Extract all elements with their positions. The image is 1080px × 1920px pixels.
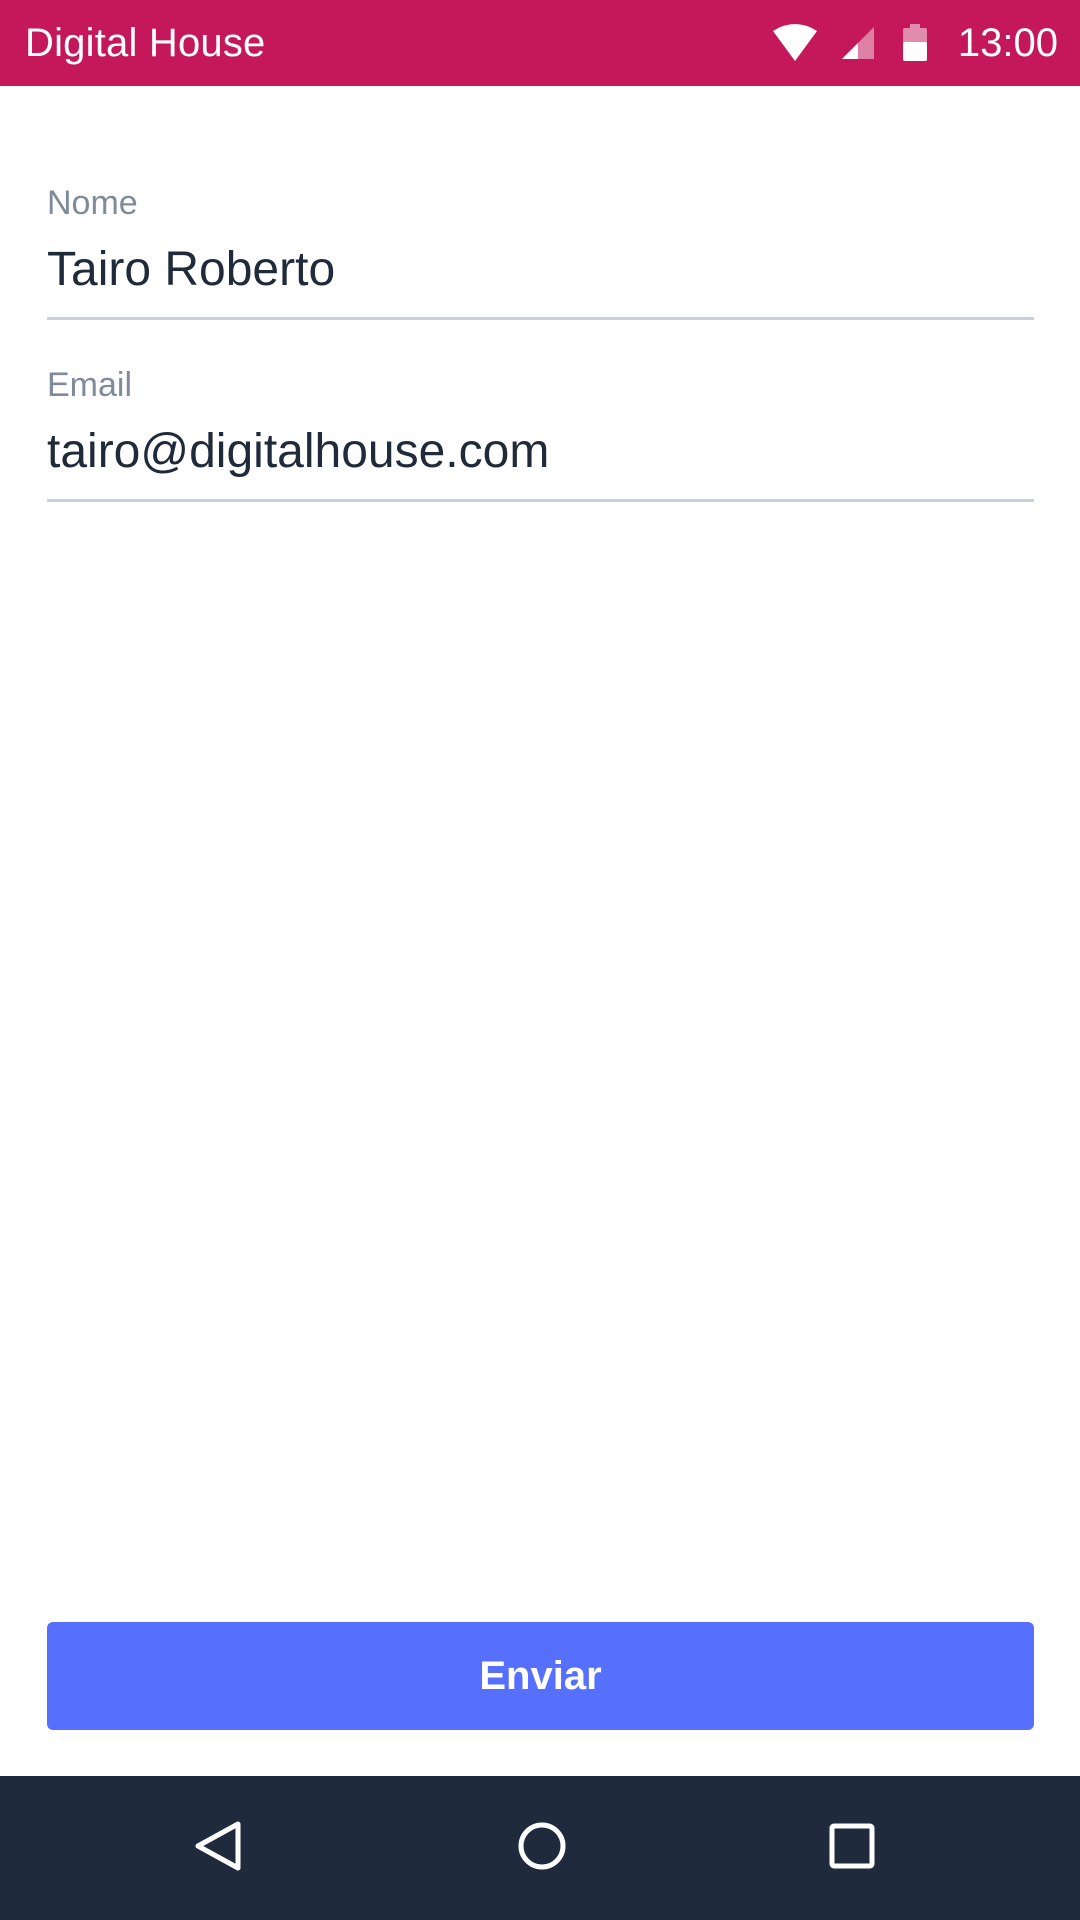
app-title: Digital House	[25, 20, 266, 65]
nav-recent-apps-button[interactable]	[792, 1776, 912, 1920]
battery-icon	[902, 24, 928, 62]
back-icon	[188, 1816, 248, 1881]
nav-home-button[interactable]	[482, 1776, 602, 1920]
recent-apps-icon	[822, 1816, 882, 1881]
system-nav-bar	[0, 1776, 1080, 1920]
status-icons: 13:00	[772, 0, 1058, 86]
submit-button[interactable]: Enviar	[47, 1622, 1034, 1730]
nav-back-button[interactable]	[158, 1776, 278, 1920]
name-field-label: Nome	[47, 184, 138, 222]
status-clock: 13:00	[957, 20, 1058, 65]
title-bar: Digital House 13:00	[0, 0, 1080, 86]
name-input[interactable]	[47, 242, 1034, 298]
name-field: Nome	[47, 186, 1034, 320]
email-field-label: Email	[47, 366, 133, 404]
screen: Digital House 13:00 Nome Tairo Roberto E…	[0, 0, 1080, 1920]
wifi-icon	[772, 23, 818, 63]
home-icon	[512, 1816, 572, 1881]
email-input[interactable]	[47, 424, 1034, 480]
contact-form: Nome Email	[47, 186, 1034, 502]
email-field: Email	[47, 368, 1034, 502]
signal-icon	[840, 25, 876, 61]
